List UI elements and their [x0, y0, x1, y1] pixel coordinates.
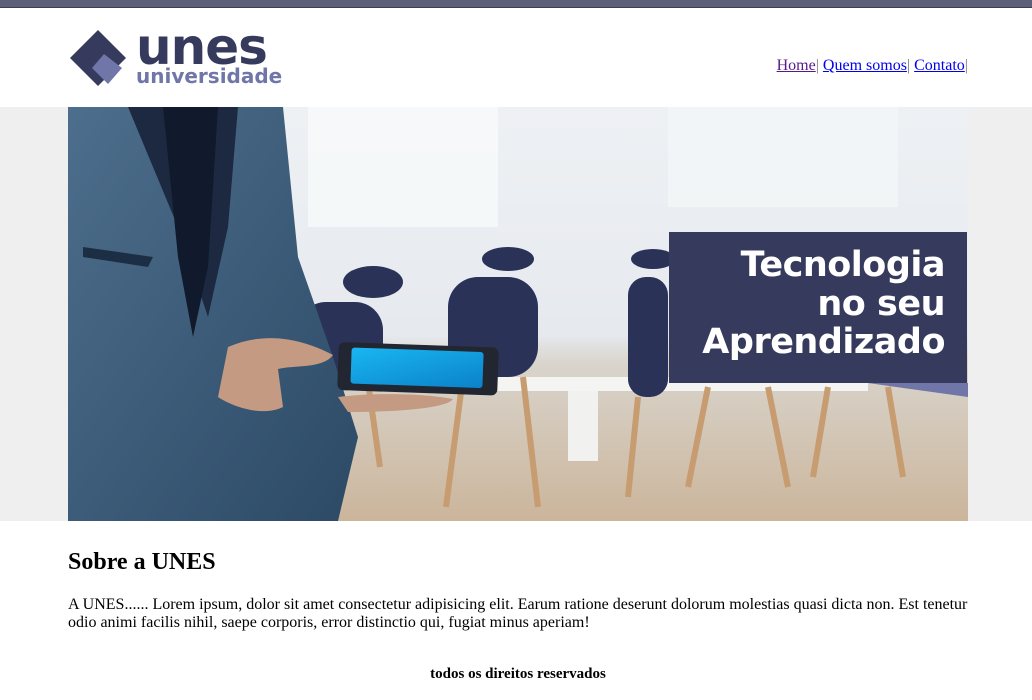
banner-caption-line-2: no seu: [817, 283, 945, 324]
top-accent-bar: [0, 0, 1032, 8]
about-body: A UNES...... Lorem ipsum, dolor sit amet…: [68, 596, 968, 631]
site-header: unes universidade Home| Quem somos| Cont…: [0, 8, 1032, 107]
caption-corner-accent: [868, 383, 968, 397]
unes-logo[interactable]: unes universidade: [68, 22, 288, 98]
footer-text: todos os direitos reservados: [430, 666, 606, 682]
nav-separator: |: [906, 57, 911, 74]
main-nav: Home| Quem somos| Contato|: [777, 57, 968, 75]
banner-caption-box: Tecnologia no seu Aprendizado: [669, 232, 967, 383]
nav-link-quem-somos[interactable]: Quem somos: [823, 57, 907, 74]
logo-diamond-icon: [70, 30, 126, 86]
nav-separator: |: [815, 57, 819, 74]
logo-tagline: universidade: [136, 64, 283, 88]
banner-caption-line-3: Aprendizado: [702, 322, 945, 362]
hero-banner: Tecnologia no seu Aprendizado: [68, 107, 968, 521]
nav-link-home[interactable]: Home: [777, 57, 816, 74]
main-content: Sobre a UNES A UNES...... Lorem ipsum, d…: [0, 521, 1032, 683]
about-title: Sobre a UNES: [68, 549, 216, 575]
nav-link-contato[interactable]: Contato: [914, 57, 965, 74]
banner-caption-line-1: Tecnologia: [740, 245, 946, 285]
nav-separator: |: [964, 57, 968, 74]
hero-banner-section: Tecnologia no seu Aprendizado: [0, 107, 1032, 521]
site-footer: todos os direitos reservados: [68, 666, 968, 683]
